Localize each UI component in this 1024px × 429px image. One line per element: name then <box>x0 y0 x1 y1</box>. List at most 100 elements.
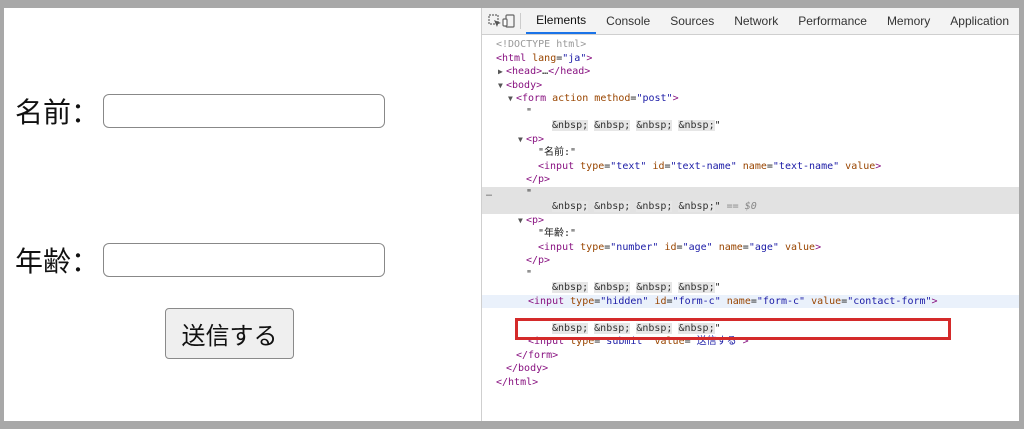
attr-value: "hidden" <box>600 295 649 307</box>
nbsp-entity: &nbsp; <box>636 322 673 334</box>
nbsp-entity: &nbsp; <box>594 322 631 334</box>
p-close-tag: </p> <box>526 255 551 266</box>
tag-end: > <box>672 93 679 104</box>
nbsp-entity: &nbsp; <box>678 322 715 334</box>
inspect-element-icon[interactable] <box>488 8 502 34</box>
tab-console[interactable]: Console <box>596 8 660 34</box>
attr-name: method <box>594 93 631 104</box>
dom-line[interactable]: ▼ <form action method="post"> <box>482 92 1019 106</box>
dom-line[interactable]: </p> <box>482 254 1019 268</box>
attr-value: "text-name" <box>670 160 737 172</box>
attr-name: action <box>552 93 589 104</box>
collapsed-arrow-icon[interactable]: ▶ <box>498 65 503 79</box>
dom-line-hidden-input[interactable]: <input type="hidden" id="form-c" name="f… <box>482 294 1019 308</box>
expanded-arrow-icon[interactable]: ▼ <box>518 214 523 228</box>
attr-value: "age" <box>748 241 779 253</box>
tab-sources[interactable]: Sources <box>660 8 724 34</box>
attr-name: type <box>580 160 605 172</box>
dom-line[interactable]: &nbsp; &nbsp; &nbsp; &nbsp;" <box>482 322 1019 336</box>
name-input[interactable] <box>103 94 386 128</box>
nbsp-entity: &nbsp; <box>552 120 589 131</box>
attr-value: "text-name" <box>772 160 840 172</box>
dom-line[interactable]: </html> <box>482 376 1019 390</box>
nbsp-entity: &nbsp; <box>678 201 715 212</box>
attr-value: "text" <box>610 160 647 172</box>
age-input[interactable] <box>103 243 386 277</box>
dom-line[interactable]: </p> <box>482 173 1019 187</box>
tab-performance[interactable]: Performance <box>788 8 877 34</box>
nbsp-entity: &nbsp; <box>552 322 589 334</box>
expanded-arrow-icon[interactable]: ▼ <box>518 133 523 147</box>
attr-value: "form-c" <box>756 295 806 307</box>
body-close-tag: </body> <box>506 363 549 374</box>
text-node: "名前:" <box>538 147 577 158</box>
tab-application[interactable]: Application <box>940 8 1019 34</box>
attr-value: "post" <box>636 93 673 104</box>
dom-line[interactable]: " <box>482 106 1019 120</box>
dom-line-selected[interactable]: … " <box>482 186 1019 201</box>
nbsp-entity: &nbsp; <box>594 120 631 131</box>
head-tag: <head> <box>506 66 543 77</box>
dom-line[interactable]: &nbsp; &nbsp; &nbsp; &nbsp;" <box>482 281 1019 295</box>
head-close-tag: </head> <box>548 66 591 77</box>
dom-line-selected[interactable]: &nbsp; &nbsp; &nbsp; &nbsp;" == $0 <box>482 200 1019 214</box>
attr-name: value <box>784 241 816 253</box>
attr-name: type <box>570 295 595 307</box>
dom-line[interactable]: </form> <box>482 349 1019 363</box>
attr-name: value <box>654 336 685 347</box>
form-tag: <form <box>516 93 547 104</box>
attr-value: "number" <box>610 241 659 253</box>
html-close-tag: </html> <box>496 376 539 388</box>
html-tag: <html <box>496 52 527 64</box>
tab-memory[interactable]: Memory <box>877 8 940 34</box>
attr-name: type <box>580 241 605 253</box>
nbsp-entity: &nbsp; <box>636 282 673 293</box>
input-tag: <input <box>538 241 575 253</box>
input-tag: <input <box>528 295 565 307</box>
nbsp-entity: &nbsp; <box>552 282 589 293</box>
attr-name: id <box>654 295 667 307</box>
dom-line[interactable]: &nbsp; &nbsp; &nbsp; &nbsp;" <box>482 119 1019 133</box>
dom-tree: <!DOCTYPE html> <html lang="ja"> ▶ <head>… <box>482 35 1019 389</box>
text-node: " <box>714 322 721 334</box>
attr-value: "age" <box>682 241 713 253</box>
age-label: 年齢： <box>15 245 100 278</box>
dom-line[interactable]: <!DOCTYPE html> <box>482 38 1019 52</box>
dom-line[interactable]: ▼ <p> <box>482 133 1019 147</box>
dom-line[interactable]: " <box>482 268 1019 282</box>
input-tag: <input <box>528 336 565 347</box>
dom-line[interactable]: </body> <box>482 362 1019 376</box>
text-node: " <box>714 120 721 131</box>
attr-name: name <box>742 160 767 172</box>
attr-value: "submit" <box>600 336 649 347</box>
dom-line[interactable]: ▼ <p> <box>482 214 1019 228</box>
doctype-node: <!DOCTYPE html> <box>496 39 587 50</box>
attr-value: "送信する" <box>690 336 743 347</box>
expanded-arrow-icon[interactable]: ▼ <box>508 92 513 106</box>
submit-button[interactable]: 送信する <box>165 308 294 359</box>
name-label: 名前： <box>15 96 100 129</box>
tag-end: > <box>586 52 593 64</box>
body-tag: <body> <box>506 79 543 91</box>
more-options-icon[interactable]: … <box>486 187 492 201</box>
expanded-arrow-icon[interactable]: ▼ <box>498 79 503 93</box>
dom-line[interactable]: ▼ <body> <box>482 79 1019 93</box>
attr-name: lang <box>532 52 557 64</box>
dom-line[interactable]: <input type="submit" value="送信する"> <box>482 335 1019 349</box>
p-tag: <p> <box>526 214 545 226</box>
attr-value: "form-c" <box>672 295 721 307</box>
dom-line[interactable]: ▶ <head>…</head> <box>482 65 1019 79</box>
dom-line[interactable]: "名前:" <box>482 146 1019 160</box>
dom-line[interactable]: <html lang="ja"> <box>482 52 1019 66</box>
dom-line[interactable]: <input type="text" id="text-name" name="… <box>482 160 1019 174</box>
nbsp-entity: &nbsp; <box>594 201 631 212</box>
form-close-tag: </form> <box>516 349 559 361</box>
device-toolbar-icon[interactable] <box>502 8 516 34</box>
nbsp-entity: &nbsp; <box>594 282 631 293</box>
tab-elements[interactable]: Elements <box>526 8 597 34</box>
tab-network[interactable]: Network <box>724 8 788 34</box>
text-node: " <box>714 201 721 212</box>
dom-line[interactable]: "年齢:" <box>482 227 1019 241</box>
text-node: "年齢:" <box>538 228 577 239</box>
dom-line[interactable]: <input type="number" id="age" name="age"… <box>482 241 1019 255</box>
